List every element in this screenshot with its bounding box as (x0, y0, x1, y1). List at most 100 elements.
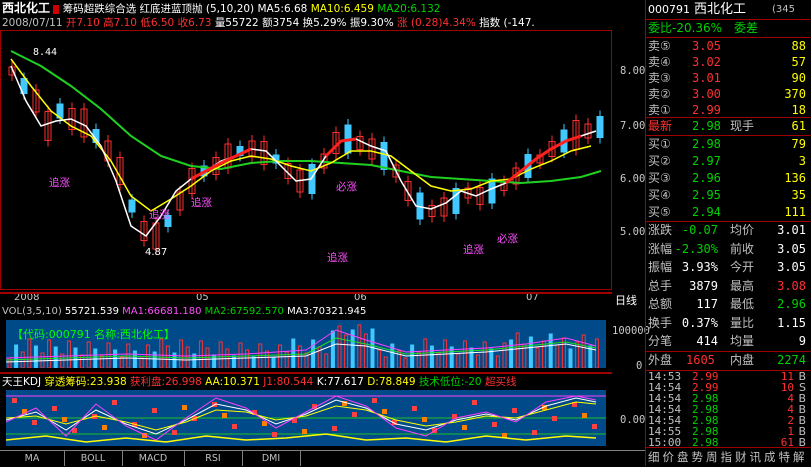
kdj-square (62, 417, 67, 422)
stat-row: 换手 0.37% 量比 1.15 (648, 315, 810, 332)
kdj-d: D:78.849 (367, 376, 416, 388)
ma20-line (10, 50, 602, 185)
bid-price: 2.98 (692, 137, 721, 151)
kdj-square (492, 422, 497, 427)
kdj-square (552, 416, 557, 421)
kdj-y-label: 0.00 (620, 414, 646, 426)
bid-volume: 136 (784, 171, 806, 185)
volume-bar (581, 334, 586, 368)
ask-price: 2.99 (692, 103, 721, 117)
bid-row: 买③ 2.96 136 (648, 170, 810, 187)
kdj-square (512, 408, 517, 413)
ask-volume: 18 (791, 103, 806, 117)
quote-footer-tab[interactable]: 特 (779, 449, 794, 465)
bid-price: 2.96 (692, 171, 721, 185)
quote-footer-tab[interactable]: 指 (721, 449, 736, 465)
volume-chart[interactable]: 【代码:000791 名称:西北化工】 (6, 320, 606, 368)
quote-footer-tab[interactable]: 解 (793, 449, 808, 465)
price-info-line: 2008/07/11 开7.10 高7.10 低6.50 收6.73 量5572… (2, 16, 607, 30)
ask-label: 卖④ (648, 55, 671, 69)
bar-date: 2008/07/11 (2, 17, 63, 29)
stat-row: 振幅 3.93% 今开 3.05 (648, 259, 810, 276)
ask-row: 卖③ 3.01 90 (648, 70, 810, 87)
kdj-square (32, 420, 37, 425)
stock-name[interactable]: 西北化工 (2, 1, 50, 15)
volume-bar (535, 347, 540, 368)
vol-indicator-name[interactable]: VOL(3,5,10) (2, 306, 62, 317)
kdj-title[interactable]: 天王KDJ (2, 376, 41, 388)
outer-value: 1605 (686, 353, 715, 367)
ask-label: 卖⑤ (648, 39, 671, 53)
tick-volume: 61 (780, 436, 794, 449)
tab-ma[interactable]: MA (0, 451, 65, 466)
y-tick-label: 6.00 (620, 173, 646, 185)
kdj-square (302, 429, 307, 434)
stat-label: 前收 (730, 241, 755, 256)
volume-bar (436, 352, 441, 368)
ask-row: 卖⑤ 3.05 88 (648, 38, 810, 55)
ask-row: 卖④ 3.02 57 (648, 54, 810, 71)
candles (8, 61, 604, 255)
volume-bar (47, 339, 52, 368)
stat-row: 涨幅 -2.30% 前收 3.05 (648, 241, 810, 258)
y-tick-label: 7.00 (620, 120, 646, 132)
weicha: 委差 (734, 21, 759, 35)
divider (0, 372, 612, 374)
candle-body (380, 142, 388, 170)
quote-footer-tab[interactable]: 价 (663, 449, 678, 465)
tick-direction: B (798, 436, 806, 449)
vol-ma3: MA3:70321.945 (287, 306, 367, 317)
inner-label: 内盘 (730, 353, 755, 367)
signal-label: 追涨 (191, 197, 212, 209)
quote-footer-tab[interactable]: 盘 (677, 449, 692, 465)
volume-bar (27, 338, 32, 368)
stat-value: -0.07 (681, 223, 718, 237)
quote-panel: 000791 西北化工 (345 委比-20.36% 委差 最新 2.98 现手… (645, 0, 811, 466)
last-price: 2.98 (692, 119, 721, 133)
quote-footer-tab[interactable]: 讯 (750, 449, 765, 465)
ask-volume: 88 (791, 39, 806, 53)
stat-value: 9 (798, 334, 806, 348)
tab-macd[interactable]: MACD (122, 451, 185, 466)
tab-boll[interactable]: BOLL (64, 451, 123, 466)
bid-price: 2.97 (692, 154, 721, 168)
now-hand-label: 现手 (730, 119, 755, 133)
stat-label: 均量 (730, 334, 755, 348)
bid-label: 买③ (648, 171, 671, 185)
quote-stock-name: 西北化工 (694, 2, 747, 17)
tab-dmi[interactable]: DMI (242, 451, 301, 466)
quote-footer-tab[interactable]: 势 (692, 449, 707, 465)
kdj-square (592, 424, 597, 429)
kdj-square (52, 406, 57, 411)
stat-label: 涨跌 (648, 223, 673, 237)
ask-volume: 90 (791, 71, 806, 85)
volume-bar (337, 325, 342, 368)
price-chart[interactable]: 8.44 4.87 追涨 追涨 追涨 必涨 追涨 追涨 必涨 (0, 30, 612, 290)
volume-bar (264, 350, 269, 368)
quote-footer-tab[interactable]: 周 (706, 449, 721, 465)
period-tag[interactable]: 日线 (615, 292, 637, 308)
quote-footer-tab[interactable]: 细 (648, 449, 663, 465)
tab-rsi[interactable]: RSI (184, 451, 243, 466)
stat-value: 2.96 (777, 297, 806, 311)
formula-title: 筹码超跌综合选 (62, 3, 137, 15)
stat-value: 3879 (689, 278, 718, 293)
ask-volume: 370 (784, 87, 806, 101)
kdj-square (382, 409, 387, 414)
bid-label: 买② (648, 154, 671, 168)
ask-price: 3.05 (692, 39, 721, 53)
volume-bar (482, 341, 487, 368)
quote-footer-tab[interactable]: 成 (764, 449, 779, 465)
kdj-chart[interactable] (6, 390, 606, 446)
kdj-aa: AA:10.371 (205, 376, 260, 388)
volume-bar (528, 336, 533, 368)
now-hand: 61 (791, 119, 806, 133)
chart-header: 西北化工 筹码超跌综合选 红底进蓝顶抛 (5,10,20) MA5:6.68 M… (2, 1, 607, 15)
signal-label: 追涨 (149, 209, 170, 221)
quote-footer-tab[interactable]: 财 (735, 449, 750, 465)
weibi: 委比-20.36% (648, 21, 723, 35)
kdj-low-level: 技术低位:-20 (418, 376, 482, 388)
y-tick-label: 8.00 (620, 65, 646, 77)
ma10-value: MA10:6.459 (310, 3, 374, 15)
amount-value: 额3754 (262, 17, 300, 29)
